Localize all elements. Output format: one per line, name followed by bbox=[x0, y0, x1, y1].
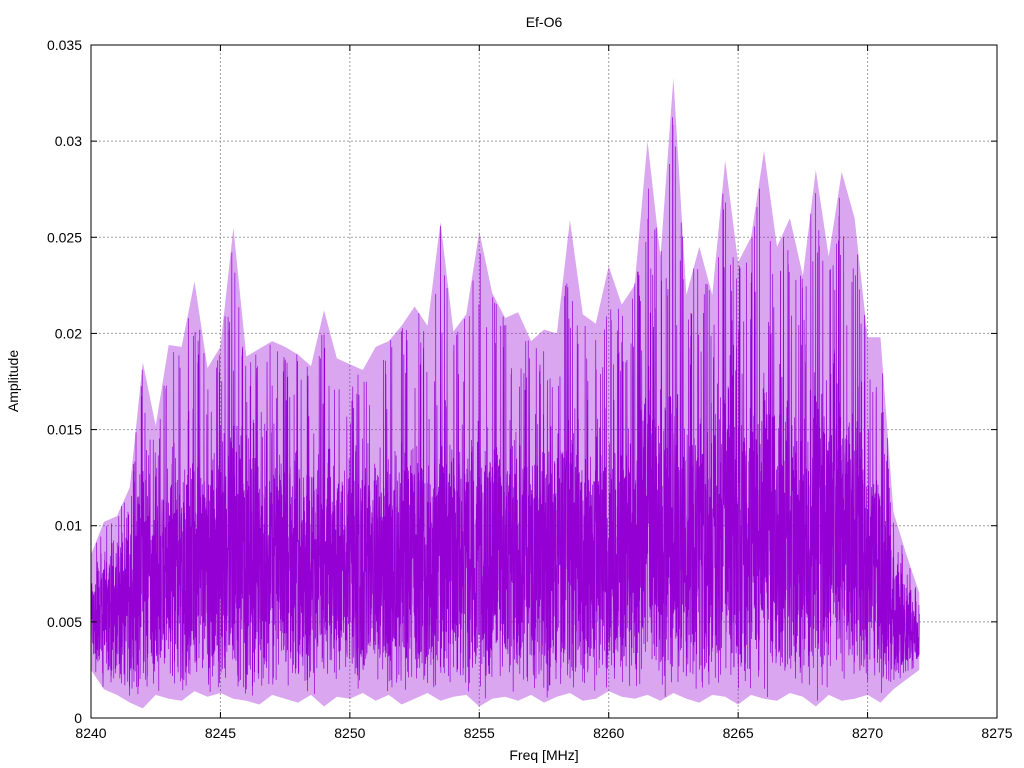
x-tick-label: 8270 bbox=[852, 725, 883, 741]
x-tick-label: 8265 bbox=[723, 725, 754, 741]
x-tick-label: 8260 bbox=[593, 725, 624, 741]
x-tick-label: 8245 bbox=[205, 725, 236, 741]
x-tick-label: 8240 bbox=[75, 725, 106, 741]
amplitude-chart: 8240 8245 8250 8255 8260 8265 8270 8275 0 0.005 0… bbox=[0, 0, 1024, 768]
x-tick-label: 8275 bbox=[981, 725, 1012, 741]
x-tick-label: 8250 bbox=[334, 725, 365, 741]
y-axis-title: Amplitude bbox=[5, 350, 21, 412]
x-axis-title: Freq [MHz] bbox=[509, 747, 578, 763]
y-tick-label: 0.03 bbox=[55, 133, 82, 149]
y-tick-label: 0.035 bbox=[47, 37, 82, 53]
chart-title: Ef-O6 bbox=[526, 14, 563, 30]
y-tick-label: 0.015 bbox=[47, 422, 82, 438]
y-tick-label: 0.025 bbox=[47, 229, 82, 245]
y-tick-label: 0.02 bbox=[55, 325, 82, 341]
y-tick-label: 0.005 bbox=[47, 614, 82, 630]
x-tick-label: 8255 bbox=[464, 725, 495, 741]
y-tick-label: 0.01 bbox=[55, 518, 82, 534]
y-tick-label: 0 bbox=[74, 710, 82, 726]
